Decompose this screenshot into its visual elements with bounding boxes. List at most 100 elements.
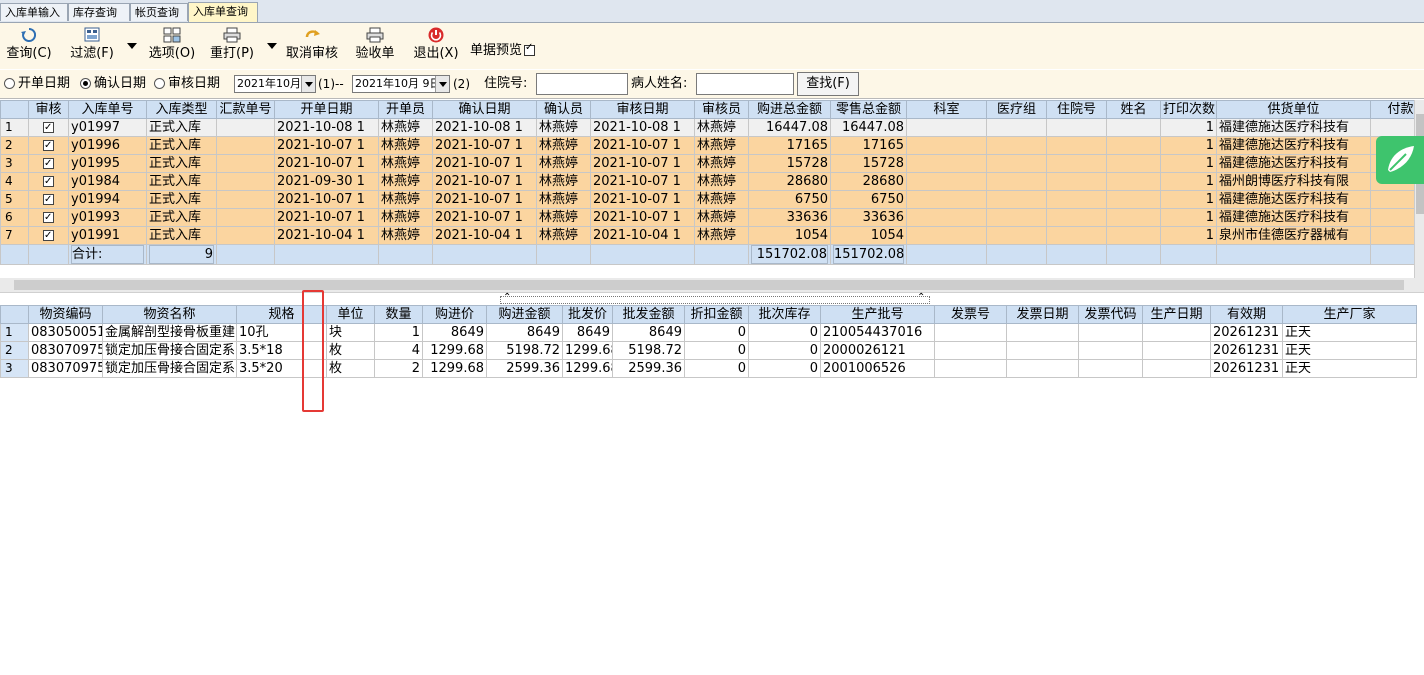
chevron-down-icon[interactable] xyxy=(435,76,449,92)
preview-checkbox[interactable] xyxy=(524,42,536,56)
column-header[interactable]: 批次库存 xyxy=(748,305,821,324)
column-header[interactable]: 单位 xyxy=(326,305,375,324)
column-header[interactable]: 有效期 xyxy=(1210,305,1283,324)
column-header[interactable]: 确认员 xyxy=(536,100,591,119)
receipt-button[interactable]: 验收单 xyxy=(350,25,400,67)
preview-toggle[interactable]: 单据预览 xyxy=(470,39,536,58)
column-header[interactable]: 汇款单号 xyxy=(216,100,275,119)
audit-checkbox-cell[interactable] xyxy=(28,226,69,245)
chevron-up-icon[interactable]: ⌃ xyxy=(503,293,511,303)
checkbox-icon[interactable] xyxy=(43,120,54,136)
filter-button[interactable]: 过滤(F) xyxy=(66,25,118,67)
column-header[interactable]: 供货单位 xyxy=(1216,100,1371,119)
checkbox-icon[interactable] xyxy=(43,192,54,208)
table-row[interactable]: 3y01995正式入库2021-10-07 1林燕婷2021-10-07 1林燕… xyxy=(0,154,1414,173)
table-row[interactable]: 10830500510金属解剖型接骨板重建10孔块186498649864986… xyxy=(0,323,1417,342)
radio-open-date-button[interactable] xyxy=(4,78,15,89)
audit-checkbox-cell[interactable] xyxy=(28,136,69,155)
column-header[interactable]: 物资名称 xyxy=(102,305,237,324)
column-header[interactable]: 生产批号 xyxy=(820,305,935,324)
audit-checkbox-cell[interactable] xyxy=(28,190,69,209)
audit-checkbox-cell[interactable] xyxy=(28,154,69,173)
table-row[interactable]: 20830709753锁定加压骨接合固定系3.5*18枚41299.685198… xyxy=(0,341,1417,360)
find-button[interactable]: 查找(F) xyxy=(797,72,859,96)
column-header[interactable]: 科室 xyxy=(906,100,987,119)
column-header[interactable]: 入库类型 xyxy=(146,100,217,119)
tab-ledger-query[interactable]: 帐页查询 xyxy=(130,3,188,21)
audit-checkbox-cell[interactable] xyxy=(28,208,69,227)
radio-confirm-date-button[interactable] xyxy=(80,78,91,89)
reprint-dropdown-icon[interactable] xyxy=(267,43,277,49)
table-row[interactable]: 7y01991正式入库2021-10-04 1林燕婷2021-10-04 1林燕… xyxy=(0,226,1414,245)
table-row[interactable]: 5y01994正式入库2021-10-07 1林燕婷2021-10-07 1林燕… xyxy=(0,190,1414,209)
table-cell: 2021-10-07 1 xyxy=(590,154,695,173)
column-header[interactable]: 发票代码 xyxy=(1078,305,1143,324)
table-cell xyxy=(1046,118,1107,137)
column-header[interactable]: 批发价 xyxy=(562,305,613,324)
column-header[interactable]: 数量 xyxy=(374,305,423,324)
tab-stock-in-entry[interactable]: 入库单输入 xyxy=(0,3,68,21)
column-header[interactable]: 姓名 xyxy=(1106,100,1161,119)
column-header[interactable]: 发票号 xyxy=(934,305,1007,324)
column-header[interactable]: 审核员 xyxy=(694,100,749,119)
column-header[interactable]: 购进金额 xyxy=(486,305,563,324)
column-header[interactable]: 审核日期 xyxy=(590,100,695,119)
column-header[interactable]: 打印次数 xyxy=(1160,100,1217,119)
checkbox-icon[interactable] xyxy=(43,156,54,172)
column-header[interactable]: 批发金额 xyxy=(612,305,685,324)
radio-open-date[interactable]: 开单日期 xyxy=(4,76,70,92)
checkbox-icon[interactable] xyxy=(43,174,54,190)
column-header[interactable]: 住院号 xyxy=(1046,100,1107,119)
splitter-handle[interactable] xyxy=(500,296,930,304)
column-header[interactable]: 生产厂家 xyxy=(1282,305,1417,324)
table-row[interactable]: 2y01996正式入库2021-10-07 1林燕婷2021-10-07 1林燕… xyxy=(0,136,1414,155)
column-header[interactable]: 零售总金额 xyxy=(830,100,907,119)
table-row[interactable]: 4y01984正式入库2021-09-30 1林燕婷2021-10-07 1林燕… xyxy=(0,172,1414,191)
column-header[interactable]: 发票日期 xyxy=(1006,305,1079,324)
date-to-select[interactable]: 2021年10月 9日 xyxy=(352,75,450,93)
chevron-down-icon[interactable] xyxy=(301,76,315,92)
panel-splitter[interactable]: ⌃ ⌃ xyxy=(0,292,1424,305)
query-button[interactable]: 查询(C) xyxy=(3,25,55,67)
audit-checkbox-cell[interactable] xyxy=(28,118,69,137)
radio-audit-date-button[interactable] xyxy=(154,78,165,89)
column-header[interactable]: 医疗组 xyxy=(986,100,1047,119)
column-header[interactable] xyxy=(0,100,29,119)
date-from-select[interactable]: 2021年10月 xyxy=(234,75,316,93)
column-header[interactable]: 开单日期 xyxy=(274,100,379,119)
checkbox-icon[interactable] xyxy=(43,138,54,154)
table-row[interactable]: 30830709759锁定加压骨接合固定系3.5*20枚21299.682599… xyxy=(0,359,1417,378)
horizontal-scrollbar[interactable] xyxy=(0,278,1424,292)
hospital-no-input[interactable] xyxy=(536,73,628,95)
tab-inventory-query[interactable]: 库存查询 xyxy=(68,3,130,21)
vertical-scrollbar[interactable] xyxy=(1414,100,1424,278)
tab-stock-in-query[interactable]: 入库单查询 xyxy=(188,2,258,22)
scroll-thumb[interactable] xyxy=(14,280,1404,290)
app-float-icon[interactable] xyxy=(1376,136,1424,184)
column-header[interactable]: 购进价 xyxy=(422,305,487,324)
table-row[interactable]: 6y01993正式入库2021-10-07 1林燕婷2021-10-07 1林燕… xyxy=(0,208,1414,227)
checkbox-icon[interactable] xyxy=(43,228,54,244)
checkbox-icon[interactable] xyxy=(43,210,54,226)
column-header[interactable]: 购进总金额 xyxy=(748,100,831,119)
audit-checkbox-cell[interactable] xyxy=(28,172,69,191)
column-header[interactable]: 开单员 xyxy=(378,100,433,119)
options-button[interactable]: 选项(O) xyxy=(146,25,198,67)
patient-name-input[interactable] xyxy=(696,73,794,95)
table-row[interactable]: 1y01997正式入库2021-10-08 1林燕婷2021-10-08 1林燕… xyxy=(0,118,1414,137)
column-header[interactable]: 确认日期 xyxy=(432,100,537,119)
filter-dropdown-icon[interactable] xyxy=(127,43,137,49)
reprint-button[interactable]: 重打(P) xyxy=(206,25,258,67)
radio-audit-date[interactable]: 审核日期 xyxy=(154,76,220,92)
radio-confirm-date[interactable]: 确认日期 xyxy=(80,76,146,92)
column-header[interactable] xyxy=(0,305,29,324)
cancel-audit-button[interactable]: 取消审核 xyxy=(282,25,342,67)
column-header[interactable]: 生产日期 xyxy=(1142,305,1211,324)
column-header[interactable]: 付款 xyxy=(1370,100,1414,119)
column-header[interactable]: 审核 xyxy=(28,100,69,119)
column-header[interactable]: 入库单号 xyxy=(68,100,147,119)
exit-button[interactable]: 退出(X) xyxy=(410,25,462,67)
chevron-up-icon[interactable]: ⌃ xyxy=(917,293,925,303)
column-header[interactable]: 折扣金额 xyxy=(684,305,749,324)
column-header[interactable]: 物资编码 xyxy=(28,305,103,324)
